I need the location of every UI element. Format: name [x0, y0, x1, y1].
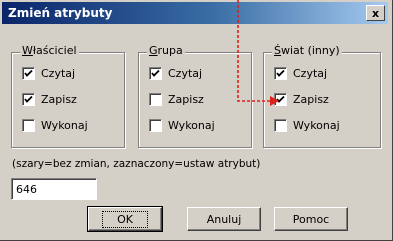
checkmark-icon — [276, 95, 285, 103]
world-write-checkbox[interactable] — [274, 93, 287, 106]
attribute-value-input[interactable] — [11, 178, 97, 200]
group-owner: Właściciel Czytaj Zapisz Wykonaj — [11, 44, 125, 148]
checkmark-icon — [151, 69, 160, 77]
owner-read-label: Czytaj — [41, 67, 76, 80]
owner-write-label: Zapisz — [41, 93, 77, 106]
group-read-checkbox[interactable] — [149, 67, 162, 80]
group-exec-label: Wykonaj — [168, 119, 215, 132]
close-icon: x — [371, 6, 380, 20]
world-read-option[interactable]: Czytaj — [274, 67, 327, 80]
owner-read-checkbox[interactable] — [22, 67, 35, 80]
group-write-checkbox[interactable] — [149, 93, 162, 106]
group-group-legend: Grupa — [147, 44, 185, 57]
hint-text: (szary=bez zmian, zaznaczony=ustaw atryb… — [12, 158, 261, 170]
cancel-button-label: Anuluj — [206, 212, 242, 226]
group-read-option[interactable]: Czytaj — [149, 67, 202, 80]
owner-write-option[interactable]: Zapisz — [22, 93, 77, 106]
group-exec-option[interactable]: Wykonaj — [149, 119, 215, 132]
group-exec-checkbox[interactable] — [149, 119, 162, 132]
world-exec-label: Wykonaj — [293, 119, 340, 132]
world-exec-option[interactable]: Wykonaj — [274, 119, 340, 132]
group-owner-legend: Właściciel — [20, 44, 79, 57]
dialog-window: Zmień atrybuty x Właściciel Czytaj Zapis… — [0, 0, 393, 241]
world-read-checkbox[interactable] — [274, 67, 287, 80]
help-button[interactable]: Pomoc — [274, 207, 348, 231]
title-bar[interactable]: Zmień atrybuty x — [2, 2, 388, 24]
group-world-legend: Świat (inny) — [272, 44, 342, 57]
ok-button[interactable]: OK — [87, 206, 163, 232]
world-exec-checkbox[interactable] — [274, 119, 287, 132]
world-read-label: Czytaj — [293, 67, 328, 80]
ok-button-label: OK — [102, 210, 148, 228]
checkmark-icon — [24, 95, 33, 103]
world-write-option[interactable]: Zapisz — [274, 93, 329, 106]
checkmark-icon — [24, 69, 33, 77]
owner-exec-option[interactable]: Wykonaj — [22, 119, 88, 132]
checkmark-icon — [276, 69, 285, 77]
owner-exec-label: Wykonaj — [41, 119, 88, 132]
owner-read-option[interactable]: Czytaj — [22, 67, 75, 80]
group-read-label: Czytaj — [168, 67, 203, 80]
owner-write-checkbox[interactable] — [22, 93, 35, 106]
world-write-label: Zapisz — [293, 93, 329, 106]
group-write-label: Zapisz — [168, 93, 204, 106]
group-write-option[interactable]: Zapisz — [149, 93, 204, 106]
owner-exec-checkbox[interactable] — [22, 119, 35, 132]
dialog-title: Zmień atrybuty — [8, 6, 113, 20]
close-button[interactable]: x — [366, 5, 385, 21]
group-world: Świat (inny) Czytaj Zapisz Wykonaj — [263, 44, 381, 148]
cancel-button[interactable]: Anuluj — [187, 207, 261, 231]
help-button-label: Pomoc — [292, 212, 330, 226]
group-group: Grupa Czytaj Zapisz Wykonaj — [138, 44, 252, 148]
